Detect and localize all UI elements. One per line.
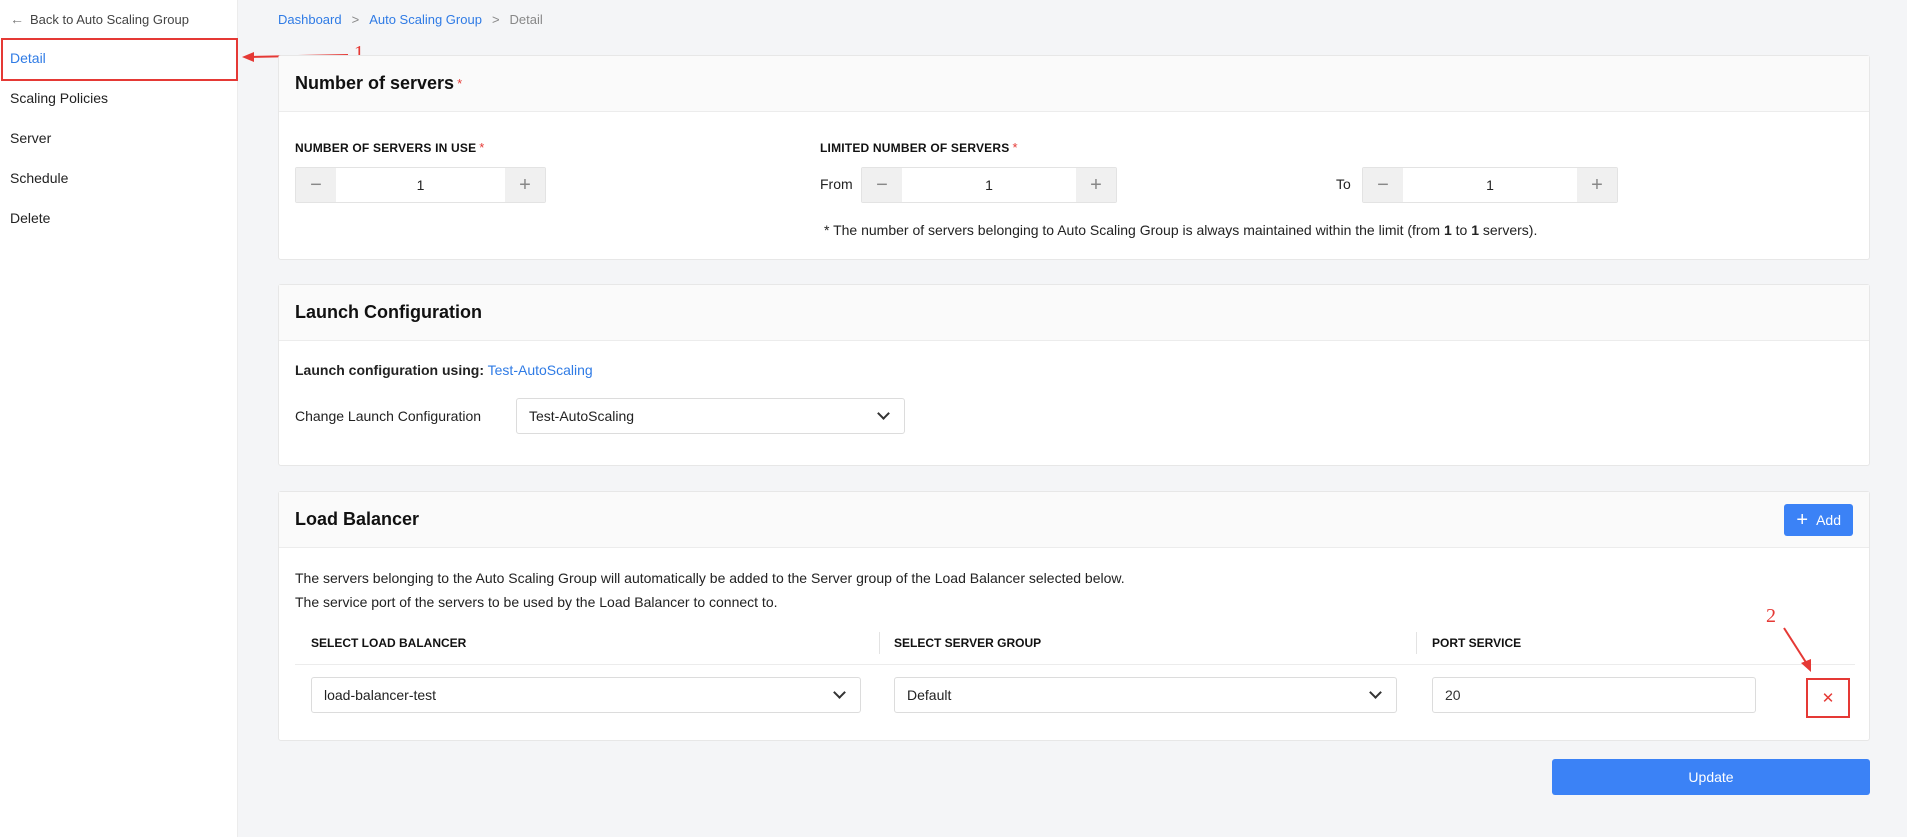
close-icon: ✕ — [1821, 690, 1835, 707]
update-button[interactable]: Update — [1552, 759, 1870, 795]
sidebar-item-server[interactable]: Server — [0, 118, 238, 158]
launch-config-link[interactable]: Test-AutoScaling — [488, 362, 593, 378]
port-service-input[interactable]: 20 — [1432, 677, 1756, 713]
chevron-down-icon — [1369, 686, 1382, 699]
launch-config-header: Launch Configuration — [279, 285, 1869, 341]
back-link-label: Back to Auto Scaling Group — [30, 11, 189, 27]
servers-in-use-stepper: − 1 + — [295, 167, 546, 203]
breadcrumb-current: Detail — [509, 12, 543, 27]
increment-button[interactable]: + — [1076, 168, 1116, 202]
column-divider — [879, 632, 880, 654]
back-link[interactable]: ← Back to Auto Scaling Group — [10, 11, 189, 27]
add-button[interactable]: + Add — [1784, 504, 1853, 536]
plus-icon: + — [1796, 509, 1809, 531]
required-marker: * — [457, 76, 463, 91]
column-header-load-balancer: SELECT LOAD BALANCER — [311, 636, 467, 650]
change-launch-config-label: Change Launch Configuration — [295, 408, 482, 424]
server-group-select[interactable]: Default — [894, 677, 1397, 713]
breadcrumb-separator: > — [351, 12, 360, 27]
servers-card: Number of servers * NUMBER OF SERVERS IN … — [278, 55, 1870, 260]
servers-in-use-value[interactable]: 1 — [336, 168, 505, 202]
sidebar-item-scaling-policies[interactable]: Scaling Policies — [0, 78, 238, 118]
sidebar-item-label: Scaling Policies — [10, 90, 109, 106]
add-button-label: Add — [1816, 512, 1841, 528]
increment-button[interactable]: + — [1577, 168, 1617, 202]
sidebar: ← Back to Auto Scaling Group Detail Scal… — [0, 0, 238, 837]
limit-note: * The number of servers belonging to Aut… — [824, 222, 1538, 238]
decrement-button[interactable]: − — [1363, 168, 1403, 202]
table-divider — [295, 664, 1855, 665]
remove-row-button[interactable]: ✕ — [1806, 678, 1850, 718]
lb-description-1: The servers belonging to the Auto Scalin… — [295, 570, 1125, 586]
annotation-number-2: 2 — [1766, 605, 1776, 627]
column-header-port-service: PORT SERVICE — [1432, 636, 1522, 650]
load-balancer-select-value: load-balancer-test — [324, 687, 437, 703]
update-button-label: Update — [1688, 769, 1734, 785]
chevron-down-icon — [833, 686, 846, 699]
from-stepper: − 1 + — [861, 167, 1117, 203]
lb-description-2: The service port of the servers to be us… — [295, 594, 778, 610]
column-divider — [1416, 632, 1417, 654]
arrow-left-icon: ← — [10, 11, 24, 27]
launch-config-using-label: Launch configuration using: — [295, 362, 484, 378]
breadcrumb-dashboard[interactable]: Dashboard — [278, 12, 342, 27]
load-balancer-card: Load Balancer + Add The servers belongin… — [278, 491, 1870, 741]
breadcrumb-separator: > — [491, 12, 500, 27]
load-balancer-title: Load Balancer — [295, 509, 420, 529]
sidebar-item-delete[interactable]: Delete — [0, 198, 238, 238]
server-group-select-value: Default — [907, 687, 952, 703]
from-label: From — [820, 176, 853, 192]
increment-button[interactable]: + — [505, 168, 545, 202]
decrement-button[interactable]: − — [296, 168, 336, 202]
launch-config-select-value: Test-AutoScaling — [529, 408, 635, 424]
annotation-arrow-2 — [1783, 627, 1811, 672]
sidebar-item-label: Delete — [10, 210, 51, 226]
annotation-box-1 — [1, 38, 238, 81]
decrement-button[interactable]: − — [862, 168, 902, 202]
launch-config-card: Launch Configuration Launch configuratio… — [278, 284, 1870, 466]
load-balancer-header: Load Balancer + Add — [279, 492, 1869, 548]
sidebar-item-label: Server — [10, 130, 52, 146]
breadcrumb: Dashboard > Auto Scaling Group > Detail — [278, 12, 543, 27]
launch-config-select[interactable]: Test-AutoScaling — [516, 398, 905, 434]
load-balancer-select[interactable]: load-balancer-test — [311, 677, 861, 713]
servers-card-header: Number of servers * — [279, 56, 1869, 112]
breadcrumb-auto-scaling-group[interactable]: Auto Scaling Group — [369, 12, 482, 27]
chevron-down-icon — [877, 407, 890, 420]
sidebar-item-label: Schedule — [10, 170, 69, 186]
to-label: To — [1336, 176, 1351, 192]
from-value[interactable]: 1 — [902, 168, 1076, 202]
servers-in-use-label: NUMBER OF SERVERS IN USE * — [295, 140, 485, 155]
sidebar-item-schedule[interactable]: Schedule — [0, 158, 238, 198]
to-value[interactable]: 1 — [1403, 168, 1577, 202]
servers-card-title: Number of servers — [295, 73, 455, 93]
limit-label: LIMITED NUMBER OF SERVERS * — [820, 140, 1018, 155]
column-header-server-group: SELECT SERVER GROUP — [894, 636, 1042, 650]
to-stepper: − 1 + — [1362, 167, 1618, 203]
launch-config-title: Launch Configuration — [295, 302, 482, 322]
launch-config-using: Launch configuration using: Test-AutoSca… — [295, 362, 593, 378]
